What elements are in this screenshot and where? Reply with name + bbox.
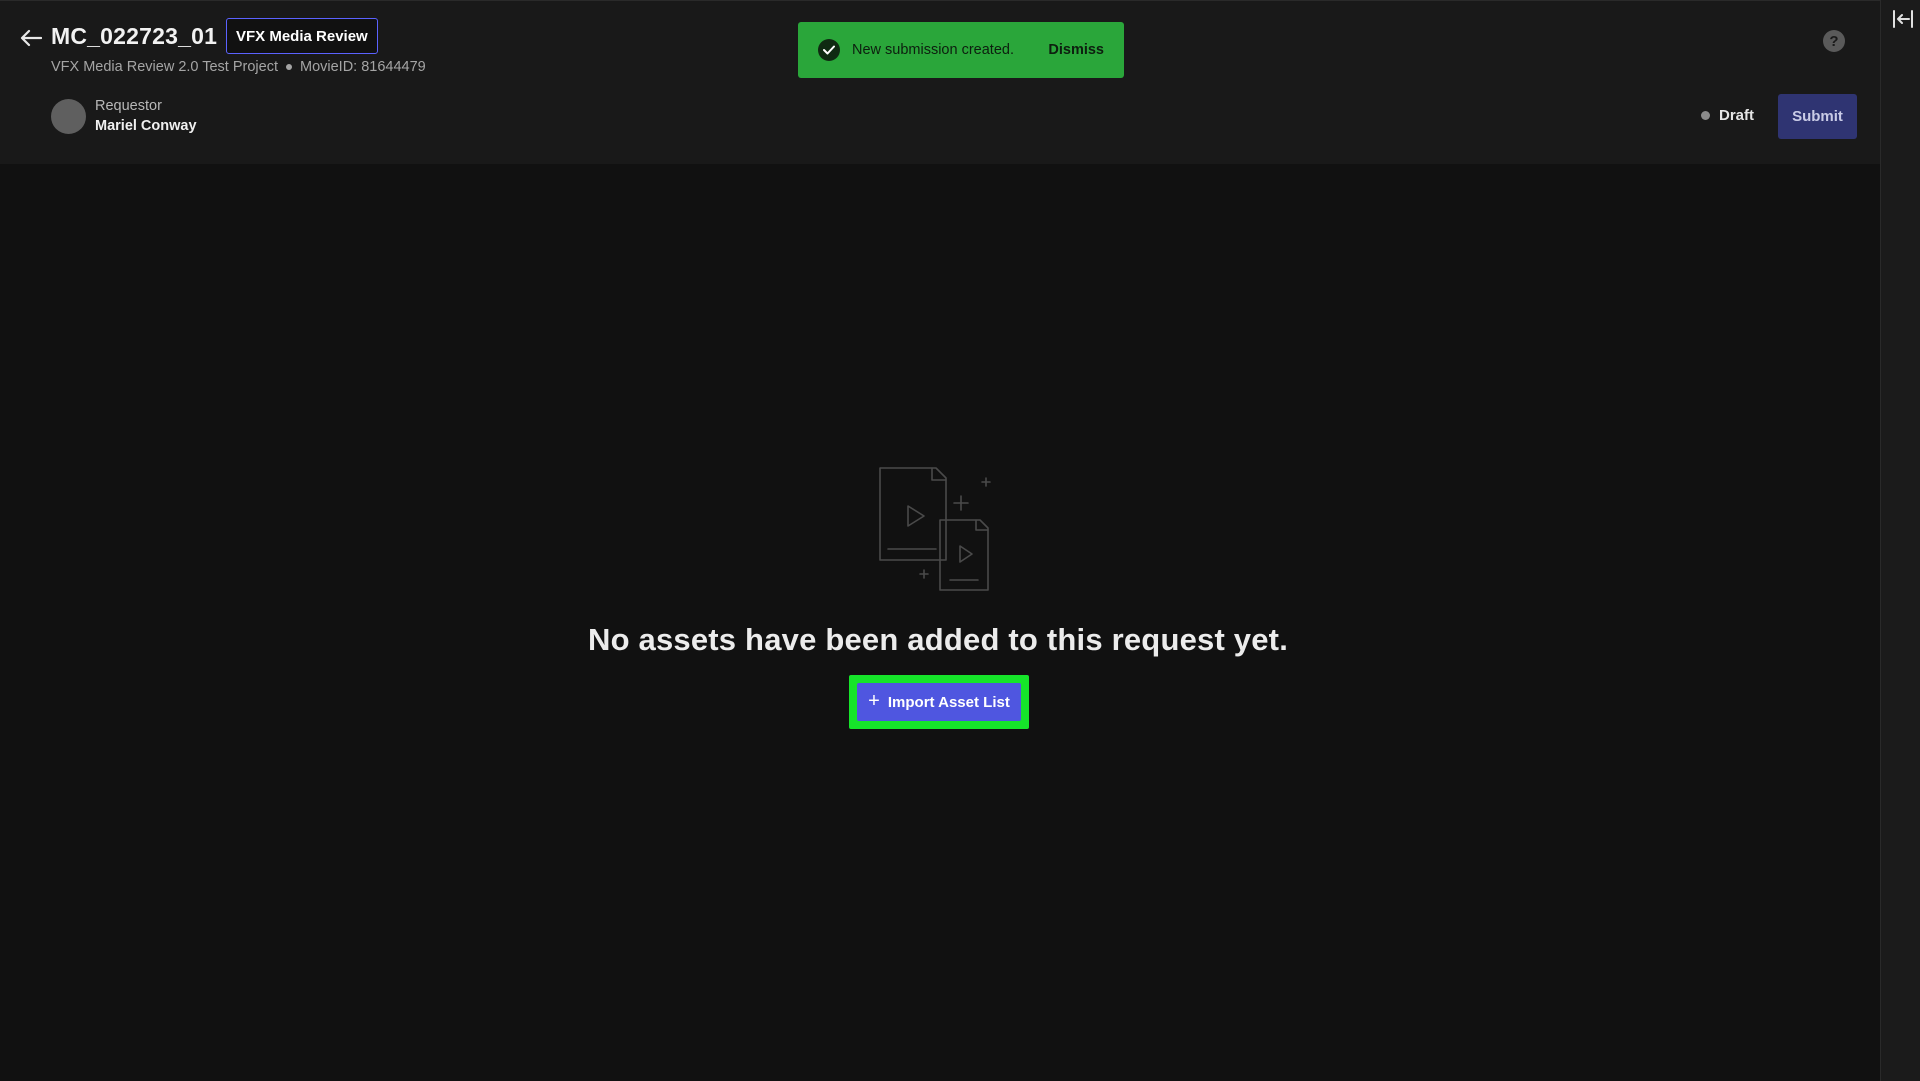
- requestor-name: Mariel Conway: [95, 118, 197, 134]
- project-info: VFX Media Review 2.0 Test Project MovieI…: [51, 59, 426, 75]
- project-name: VFX Media Review 2.0 Test Project: [51, 59, 278, 75]
- empty-state-message: No assets have been added to this reques…: [587, 622, 1289, 657]
- question-circle-icon[interactable]: ?: [1823, 30, 1845, 52]
- import-label: Import Asset List: [887, 693, 1010, 711]
- requestor-label: Requestor: [95, 98, 162, 114]
- check-circle-icon: [818, 39, 840, 61]
- toast-message: New submission created.: [852, 42, 1014, 58]
- request-header: MC_022723_01 VFX Media Review VFX Media …: [0, 0, 1880, 164]
- movie-id: MovieID: 81644479: [300, 59, 426, 75]
- separator-dot: [286, 64, 292, 70]
- collapse-panel-icon[interactable]: [1891, 8, 1915, 30]
- workflow-tag: VFX Media Review: [226, 18, 378, 54]
- import-button-focus-ring: + Import Asset List: [849, 675, 1029, 729]
- page-title: MC_022723_01: [51, 23, 218, 49]
- plus-icon: +: [868, 690, 880, 712]
- submit-button[interactable]: Submit: [1778, 94, 1857, 139]
- status-badge: Draft: [1701, 107, 1754, 124]
- import-asset-list-button[interactable]: + Import Asset List: [857, 683, 1021, 721]
- media-files-illustration: [879, 467, 991, 591]
- dismiss-button[interactable]: Dismiss: [1048, 42, 1104, 58]
- back-button[interactable]: [16, 23, 46, 53]
- arrow-left-icon: [20, 29, 42, 47]
- main-panel: MC_022723_01 VFX Media Review VFX Media …: [0, 0, 1880, 1081]
- status-label: Draft: [1719, 107, 1755, 124]
- app-root: MC_022723_01 VFX Media Review VFX Media …: [0, 0, 1920, 1081]
- success-toast: New submission created. Dismiss: [798, 22, 1124, 78]
- right-rail: [1880, 0, 1920, 1081]
- status-dot: [1701, 111, 1710, 120]
- avatar: [51, 99, 86, 134]
